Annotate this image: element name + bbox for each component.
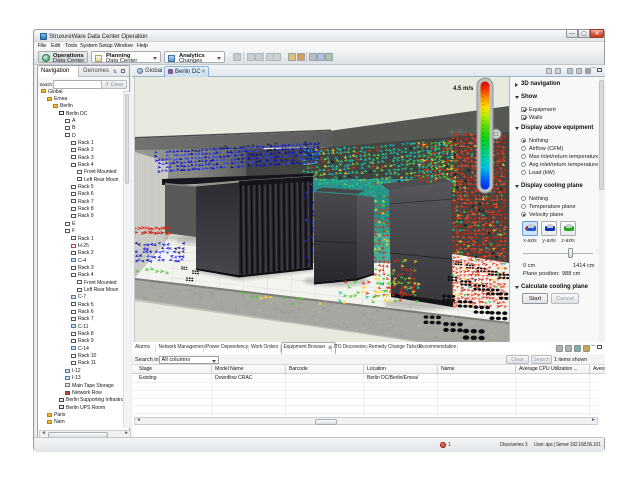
svg-text:◆ DELL: ◆ DELL — [450, 129, 468, 135]
svg-text:4.5 m/s: 4.5 m/s — [453, 86, 474, 92]
